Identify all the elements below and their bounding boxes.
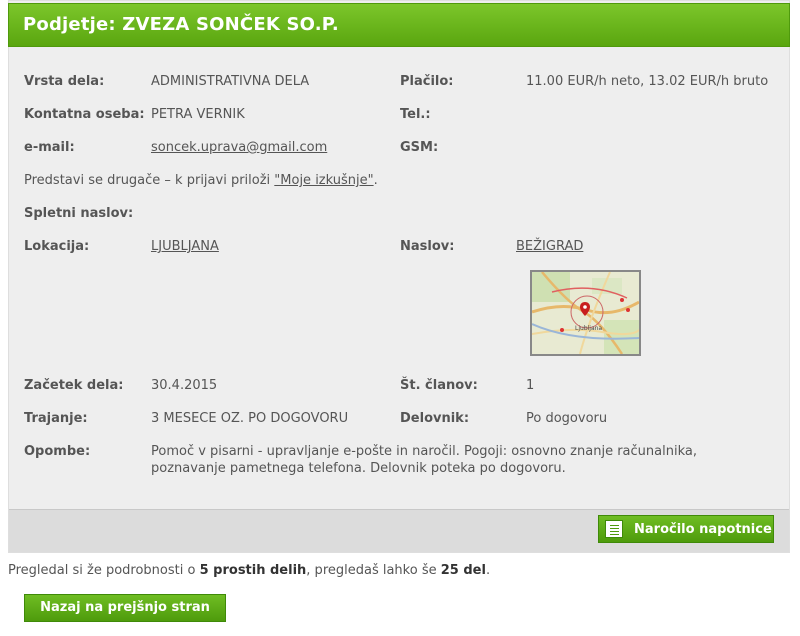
view-limit-info: Pregledal si že podrobnosti o 5 prostih … [8, 563, 490, 578]
working-hours-value: Po dogovoru [526, 411, 608, 426]
website-label: Spletni naslov: [24, 206, 134, 221]
notes-line-1: Pomoč v pisarni - upravljanje e-pošte in… [151, 444, 697, 459]
email-link[interactable]: soncek.uprava@gmail.com [151, 140, 327, 155]
address-link[interactable]: BEŽIGRAD [516, 239, 583, 254]
email-label: e-mail: [24, 140, 75, 155]
location-map[interactable]: Ljubljana [530, 270, 641, 356]
page-title: Podjetje: ZVEZA SONČEK SO.P. [23, 14, 339, 35]
introduce-note: Predstavi se drugače – k prijavi priloži… [24, 173, 378, 188]
experience-link[interactable]: "Moje izkušnje" [274, 173, 373, 188]
job-type-label: Vrsta dela: [24, 74, 105, 89]
payment-label: Plačilo: [400, 74, 454, 89]
gsm-label: GSM: [400, 140, 439, 155]
introduce-end: . [373, 173, 378, 188]
back-button[interactable]: Nazaj na prejšnjo stran [24, 594, 226, 622]
phone-label: Tel.: [400, 107, 431, 122]
company-header: Podjetje: ZVEZA SONČEK SO.P. [8, 3, 790, 47]
contact-person-label: Kontatna oseba: [24, 107, 145, 122]
payment-value: 11.00 EUR/h neto, 13.02 EUR/h bruto [526, 74, 769, 89]
order-referral-label: Naročilo napotnice [634, 522, 772, 537]
viewed-count: 5 prostih delih [199, 563, 307, 578]
location-label: Lokacija: [24, 239, 90, 254]
notes-line-2: poznavanje pametnega telefona. Delovnik … [151, 461, 566, 476]
address-label: Naslov: [400, 239, 455, 254]
members-label: Št. članov: [400, 378, 478, 393]
duration-value: 3 MESECE OZ. PO DOGOVORU [151, 411, 349, 426]
members-value: 1 [526, 378, 535, 393]
document-icon [605, 520, 623, 538]
info-text-1: Pregledal si že podrobnosti o [8, 563, 200, 578]
working-hours-label: Delovnik: [400, 411, 470, 426]
info-text-2: , pregledaš lahko še [306, 563, 441, 578]
remaining-count: 25 del [440, 563, 486, 578]
start-date-value: 30.4.2015 [151, 378, 218, 393]
location-link[interactable]: LJUBLJANA [151, 239, 219, 254]
info-text-3: . [485, 563, 491, 578]
introduce-text: Predstavi se drugače – k prijavi priloži [24, 173, 275, 188]
job-type-value: ADMINISTRATIVNA DELA [151, 74, 310, 89]
map-marker-icon [580, 302, 590, 316]
map-city-label: Ljubljana [575, 325, 602, 332]
duration-label: Trajanje: [24, 411, 88, 426]
contact-person-value: PETRA VERNIK [151, 107, 245, 122]
notes-label: Opombe: [24, 444, 91, 459]
start-date-label: Začetek dela: [24, 378, 124, 393]
order-referral-button[interactable]: Naročilo napotnice [598, 515, 774, 543]
